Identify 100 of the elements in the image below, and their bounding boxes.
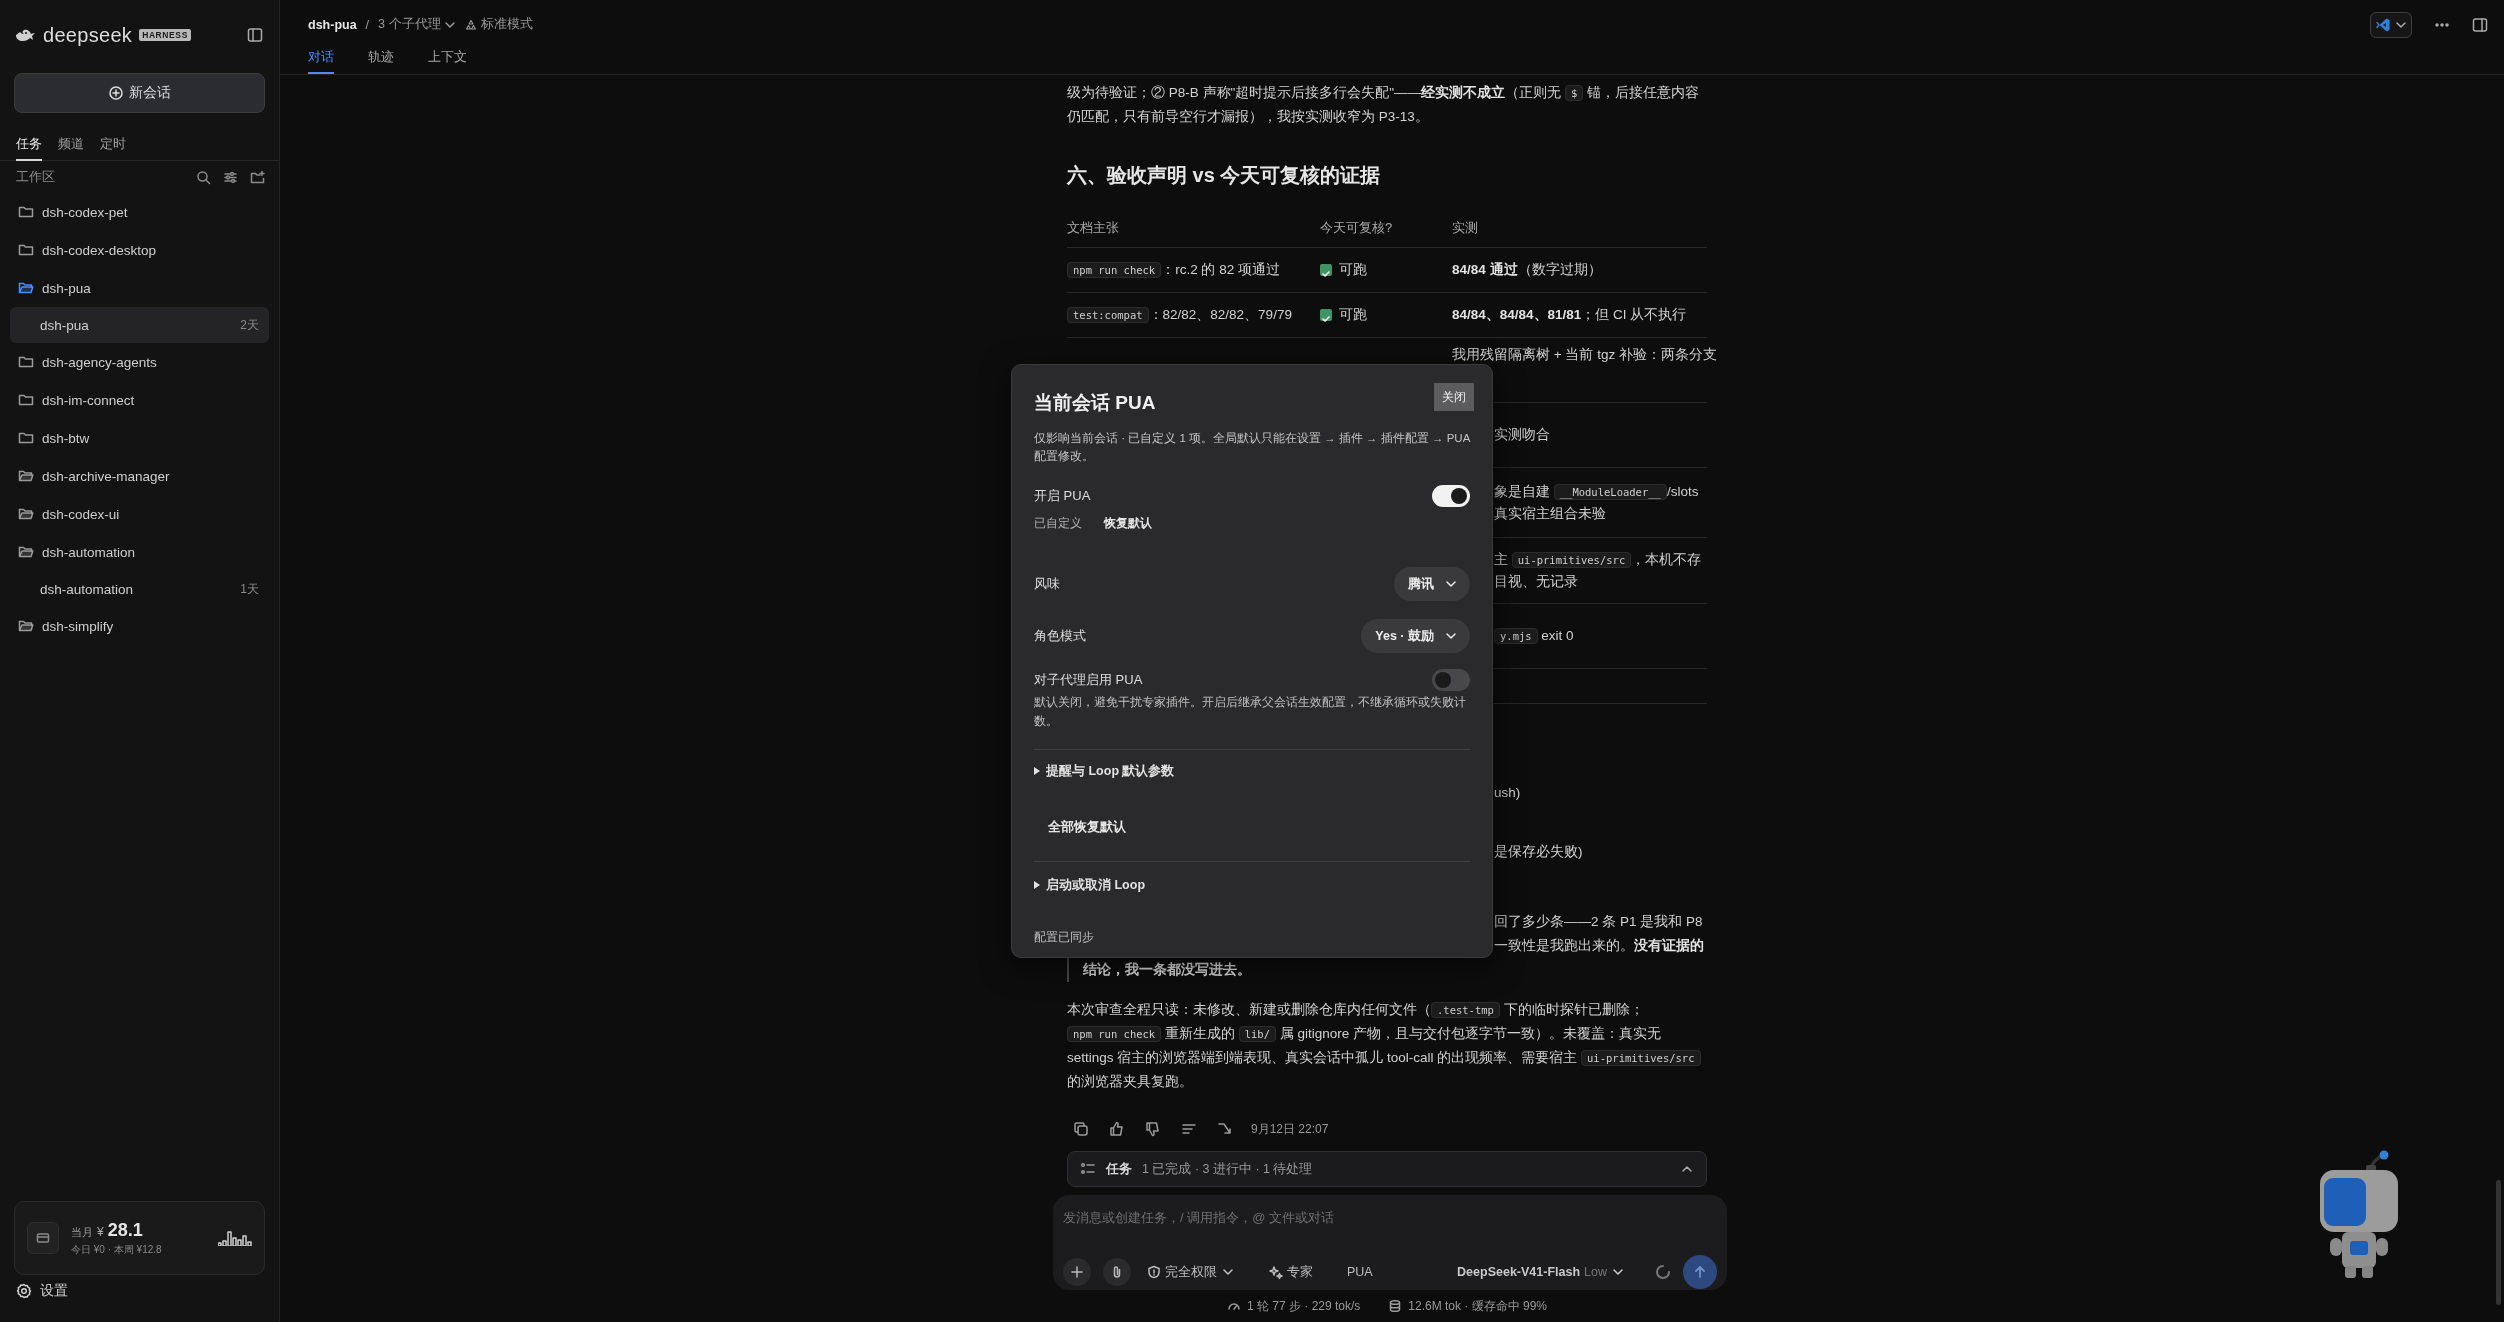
table-cell-text: 84/84 通过（数字过期） (1452, 261, 1603, 279)
section-heading: 六、验收声明 vs 今天可复核的证据 (1067, 163, 1382, 188)
reset-all-button[interactable]: 全部恢复默认 (1048, 813, 1126, 841)
usage-bars-drawing (218, 1230, 252, 1246)
panel-icon[interactable] (2472, 17, 2488, 33)
status-label: 可跑 (1339, 261, 1367, 279)
message-paragraph: 本次审查全程只读：未修改、新建或删除仓库内任何文件（ .test-tmp 下的临时探针已删除； npm run check 重新生成的 lib/ 属 gitignore 产物，且与交付包逐字节一致）。未覆盖：真实无 settings 宿主的浏览器端到端表现、真实会话中孤儿 tool-call 的出现频率、需要宿主 ui-primitives/src 的浏览器夹具复跑。 (1067, 998, 1707, 1094)
new-chat-button[interactable]: 新会话 (14, 73, 265, 113)
table-cell-text: 主 ui-primitives/src ，本机不存 目视、无记录 (1494, 550, 1703, 591)
model-dropdown[interactable]: DeepSeek-V41-Flash Low (1453, 1265, 1629, 1279)
task-list-icon (1080, 1161, 1096, 1177)
dialog-description: 仅影响当前会话 · 已自定义 1 项。全局默认只能在设置 → 插件 → 插件配置 → PUA 配置修改。 (1034, 431, 1470, 464)
usage-amount: 28.1 (107, 1219, 143, 1241)
workspace-folder[interactable]: dsh-simplify (0, 607, 279, 645)
age-label: 2天 (240, 316, 259, 334)
text-line: ush) (1494, 784, 1522, 802)
dropdown-select[interactable]: Yes · 鼓励 (1361, 619, 1470, 653)
sidebar-toggle-icon[interactable] (247, 27, 263, 43)
setting-label: 风味 (1034, 575, 1060, 593)
table-cell-text: 我用残留隔离树 + 当前 tgz 补验：两条分支 (1452, 346, 1717, 364)
sidebar-tab[interactable]: 频道 (58, 129, 84, 161)
branch-icon[interactable] (1217, 1121, 1233, 1137)
sidebar-tab[interactable]: 任务 (16, 129, 42, 161)
scrollbar-thumb[interactable] (2496, 1180, 2501, 1305)
workspace-folder[interactable]: dsh-codex-desktop (0, 231, 279, 269)
column-header: 今天可复核? (1320, 219, 1394, 237)
expert-button[interactable]: 专家 (1265, 1263, 1317, 1281)
table-cell-text: 象是自建 __ModuleLoader__ /slots 真实宿主组合未验 (1494, 482, 1700, 523)
shield-icon (1147, 1265, 1161, 1279)
task-bar[interactable]: 任务 1 已完成 · 3 进行中 · 1 待处理 (1067, 1151, 1707, 1187)
open-in-editor-button[interactable] (2370, 12, 2412, 38)
workspace-folder[interactable]: dsh-btw (0, 419, 279, 457)
recycle-icon (464, 18, 477, 31)
message-field[interactable]: 发消息或创建任务，/ 调用指令，@ 文件或对话 完全权限 专家 PUA DeepSeek-V41-Flash Low (1053, 1195, 1727, 1290)
usage-label: 当月 (71, 1224, 93, 1240)
workspace-folder[interactable]: dsh-pua (0, 269, 279, 307)
text-line: 是保存必失败) (1494, 843, 1584, 861)
attach-button[interactable] (1103, 1258, 1131, 1286)
disclosure-toggle[interactable]: 提醒与 Loop 默认参数 (1034, 757, 1175, 785)
setting-label: 对子代理启用 PUA (1034, 671, 1143, 689)
workspace-folder[interactable]: dsh-automation (0, 533, 279, 571)
column-header: 文档主张 (1067, 219, 1120, 237)
filter-sliders-icon[interactable] (223, 169, 238, 185)
setting-label: 开启 PUA (1034, 487, 1091, 505)
reset-link[interactable]: 恢复默认 (1104, 514, 1152, 532)
add-button[interactable] (1063, 1258, 1091, 1286)
brand-name: deepseek (43, 23, 133, 47)
arrow-up-icon (1692, 1264, 1708, 1280)
table-cell-text: 实测吻合 (1494, 426, 1551, 444)
quote-line: 一致性是我跑出来的。没有证据的 (1494, 937, 1705, 955)
thumbs-down-icon[interactable] (1145, 1121, 1161, 1137)
copy-icon[interactable] (1073, 1121, 1089, 1137)
task-summary: 1 已完成 · 3 进行中 · 1 待处理 (1142, 1160, 1313, 1178)
setting-label: 角色模式 (1034, 627, 1086, 645)
currency-label: ¥ (97, 1224, 104, 1239)
sparkle-icon (1269, 1265, 1283, 1279)
view-tab[interactable]: 对话 (308, 42, 334, 74)
session-item[interactable]: dsh-automation 1天 (10, 571, 269, 607)
thumbs-up-icon[interactable] (1109, 1121, 1125, 1137)
close-button[interactable]: 关闭 (1434, 383, 1474, 411)
new-folder-icon[interactable] (250, 169, 265, 185)
message-paragraph: 级为待验证；② P8-B 声称"超时提示后接多行会失配"——经实测不成立（正则无 $ 锚，后接任意内容仍匹配，只有前导空行才漏报），我按实测收窄为 P3-13。 (1067, 84, 1700, 126)
dropdown-select[interactable]: 腾讯 (1394, 567, 1470, 601)
send-button[interactable] (1683, 1255, 1717, 1289)
token-stat: 12.6M tok · 缓存命中 99% (1408, 1297, 1548, 1315)
status-label: 可跑 (1339, 306, 1367, 324)
disclosure-toggle[interactable]: 启动或取消 Loop (1034, 871, 1145, 899)
quote-line: 回了多少条——2 条 P1 是我和 P8 (1494, 913, 1704, 931)
search-icon[interactable] (196, 169, 211, 185)
breadcrumb-separator: / (365, 17, 370, 32)
sidebar-tab[interactable]: 定时 (100, 129, 126, 161)
workspace-folder[interactable]: dsh-codex-ui (0, 495, 279, 533)
section-label: 工作区 (16, 168, 55, 186)
settings-button[interactable]: 设置 (0, 1275, 279, 1307)
settings-icon (16, 1283, 32, 1299)
view-tab[interactable]: 轨迹 (368, 42, 394, 74)
view-tab[interactable]: 上下文 (428, 42, 467, 74)
toggle-switch[interactable] (1432, 669, 1470, 691)
plugin-button[interactable]: PUA (1343, 1265, 1377, 1279)
workspace-folder[interactable]: dsh-archive-manager (0, 457, 279, 495)
table-cell: y.mjs exit 0 (1494, 625, 1707, 647)
project-name: dsh-pua (308, 17, 357, 32)
sync-status: 配置已同步 (1034, 930, 1095, 945)
session-item[interactable]: dsh-pua 2天 (10, 307, 269, 343)
toggle-switch[interactable] (1432, 485, 1470, 507)
plus-circle-icon (108, 86, 123, 100)
setting-description: 默认关闭，避免干扰专家插件。开启后继承父会话生效配置，不继承循环或失败计数。 (1034, 695, 1467, 729)
workspace-folder[interactable]: dsh-im-connect (0, 381, 279, 419)
workspace-folder[interactable]: dsh-codex-pet (0, 193, 279, 231)
spinner-icon (1655, 1264, 1671, 1280)
task-label: 任务 (1106, 1160, 1132, 1178)
speed-stat: 1 轮 77 步 · 229 tok/s (1246, 1297, 1361, 1315)
agents-dropdown[interactable]: 3 个子代理 (378, 16, 456, 33)
text-lines-icon[interactable] (1181, 1121, 1197, 1137)
column-header: 实测 (1452, 219, 1479, 237)
status-label: 已自定义 (1034, 515, 1082, 531)
permission-dropdown[interactable]: 完全权限 (1143, 1263, 1239, 1281)
wallet-icon (36, 1231, 50, 1245)
workspace-folder[interactable]: dsh-agency-agents (0, 343, 279, 381)
plus-icon (1070, 1265, 1084, 1279)
